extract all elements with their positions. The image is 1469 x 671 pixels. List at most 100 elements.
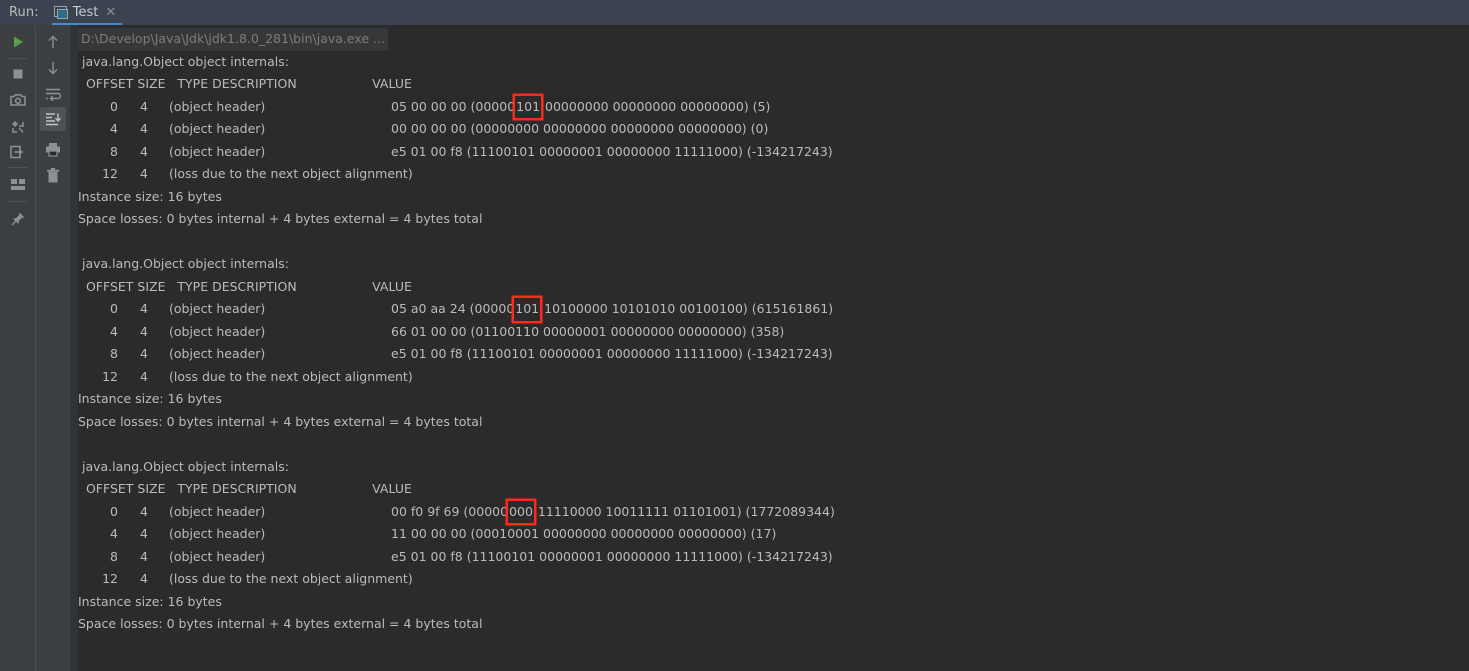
- instance-size-line: Instance size: 16 bytes: [78, 593, 222, 609]
- cell-size: 4: [140, 98, 148, 114]
- run-tool-window: Run: Test ✕ D:\Develop\Java\Jdk\jdk1.8.0…: [0, 0, 1469, 671]
- console-text: D:\Develop\Java\Jdk\jdk1.8.0_281\bin\jav…: [78, 25, 1469, 671]
- cell-size: 4: [140, 548, 148, 564]
- table-row: 12 4 (loss due to the next object alignmen…: [78, 366, 1469, 389]
- table-row: 0 4 (object header) 05 a0 aa 24 (00000101 1…: [78, 298, 1469, 321]
- cell-size: 4: [140, 526, 148, 541]
- cell-value: 11 00 00 00 (00010001 00000000 00000000 …: [391, 526, 777, 541]
- console-actions-toolbar: [35, 25, 70, 671]
- space-losses-line: Space losses: 0 bytes internal + 4 bytes…: [78, 413, 483, 429]
- run-tab-bar: Run: Test ✕: [0, 0, 1469, 25]
- cell-description: (object header): [169, 98, 266, 114]
- screenshot-icon[interactable]: [7, 89, 29, 111]
- cell-description: (loss due to the next object alignment): [169, 166, 413, 181]
- cell-description: (object header): [169, 143, 266, 159]
- column-header-row: OFFSET SIZE TYPE DESCRIPTION VALUE: [78, 76, 412, 91]
- column-header-row: OFFSET SIZE TYPE DESCRIPTION VALUE: [78, 481, 412, 496]
- cell-description: (loss due to the next object alignment): [169, 571, 413, 586]
- cell-offset: 8: [110, 548, 118, 564]
- cell-value: e5 01 00 f8 (11100101 00000001 00000000 …: [391, 346, 833, 361]
- block-title: java.lang.Object object internals:: [78, 53, 289, 69]
- table-row: 8 4 (object header) e5 01 00 f8 (11100101 0…: [78, 546, 1469, 569]
- tab-title: Test: [72, 5, 99, 20]
- cell-description: (object header): [169, 503, 266, 519]
- layout-settings-icon[interactable]: [7, 173, 29, 195]
- cell-offset: 12: [102, 368, 118, 384]
- stop-button[interactable]: [7, 63, 29, 85]
- space-losses-line: Space losses: 0 bytes internal + 4 bytes…: [78, 616, 483, 631]
- cell-value: 00 00 00 00 (00000000 00000000 00000000 …: [391, 121, 769, 136]
- console-output-panel[interactable]: D:\Develop\Java\Jdk\jdk1.8.0_281\bin\jav…: [70, 25, 1469, 671]
- cell-offset: 8: [110, 143, 118, 159]
- cell-value: 00 f0 9f 69 (00000000 11110000 10011111 …: [391, 504, 835, 519]
- trash-icon[interactable]: [42, 165, 64, 187]
- command-line-text: D:\Develop\Java\Jdk\jdk1.8.0_281\bin\jav…: [78, 28, 388, 51]
- cell-offset: 4: [110, 121, 118, 136]
- cell-offset: 12: [102, 571, 118, 586]
- cell-description: (object header): [169, 346, 266, 361]
- cell-size: 4: [140, 143, 148, 159]
- cell-offset: 12: [102, 166, 118, 181]
- table-row: 8 4 (object header) e5 01 00 f8 (11100101 0…: [78, 343, 1469, 366]
- dump-threads-icon[interactable]: [7, 115, 29, 137]
- soft-wrap-icon[interactable]: [42, 83, 64, 105]
- block-title: java.lang.Object object internals:: [78, 458, 289, 474]
- run-toolbars: [0, 25, 70, 671]
- cell-offset: 0: [110, 98, 118, 114]
- cell-value: 05 a0 aa 24 (00000101 10100000 10101010 …: [391, 301, 833, 316]
- run-label: Run:: [9, 5, 39, 20]
- cell-value: e5 01 00 f8 (11100101 00000001 00000000 …: [391, 143, 833, 159]
- run-actions-toolbar: [0, 25, 35, 671]
- cell-description: (loss due to the next object alignment): [169, 368, 413, 384]
- cell-offset: 4: [110, 526, 118, 541]
- instance-size-line: Instance size: 16 bytes: [78, 391, 222, 406]
- highlight-box: 101: [514, 298, 540, 321]
- cell-description: (object header): [169, 526, 266, 541]
- cell-offset: 0: [110, 503, 118, 519]
- cell-description: (object header): [169, 323, 266, 339]
- scroll-to-end-icon[interactable]: [40, 107, 66, 131]
- table-row: 0 4 (object header) 05 00 00 00 (00000101 0…: [78, 96, 1469, 119]
- space-losses-line: Space losses: 0 bytes internal + 4 bytes…: [78, 211, 483, 226]
- cell-description: (object header): [169, 301, 266, 316]
- rerun-button[interactable]: [7, 31, 29, 53]
- up-the-stack-trace-icon[interactable]: [42, 31, 64, 53]
- table-row: 8 4 (object header) e5 01 00 f8 (11100101 0…: [78, 141, 1469, 164]
- cell-size: 4: [140, 571, 148, 586]
- table-row: 12 4 (loss due to the next object alignmen…: [78, 163, 1469, 186]
- cell-value: e5 01 00 f8 (11100101 00000001 00000000 …: [391, 548, 833, 564]
- cell-description: (object header): [169, 548, 266, 564]
- tab-test[interactable]: Test ✕: [51, 0, 123, 25]
- export-icon[interactable]: [7, 141, 29, 163]
- highlight-box: 000: [508, 501, 534, 524]
- cell-size: 4: [140, 323, 148, 339]
- down-the-stack-trace-icon[interactable]: [42, 57, 64, 79]
- print-icon[interactable]: [42, 138, 64, 160]
- column-header-row: OFFSET SIZE TYPE DESCRIPTION VALUE: [78, 278, 412, 294]
- cell-offset: 8: [110, 346, 118, 361]
- cell-value: 66 01 00 00 (01100110 00000001 00000000 …: [391, 323, 785, 339]
- table-row: 4 4 (object header) 00 00 00 00 (00000000 0…: [78, 118, 1469, 141]
- block-title: java.lang.Object object internals:: [78, 256, 289, 271]
- close-icon[interactable]: ✕: [105, 6, 116, 19]
- instance-size-line: Instance size: 16 bytes: [78, 188, 222, 204]
- cell-value: 05 00 00 00 (00000101 00000000 00000000 …: [391, 99, 770, 114]
- run-configuration-icon: [53, 6, 68, 19]
- cell-description: (object header): [169, 121, 266, 136]
- table-row: 4 4 (object header) 66 01 00 00 (01100110 0…: [78, 321, 1469, 344]
- console-command-line: D:\Develop\Java\Jdk\jdk1.8.0_281\bin\jav…: [78, 28, 1469, 51]
- cell-size: 4: [140, 503, 148, 519]
- cell-offset: 4: [110, 323, 118, 339]
- cell-size: 4: [140, 301, 148, 316]
- pin-icon[interactable]: [7, 208, 29, 230]
- cell-size: 4: [140, 121, 148, 136]
- cell-size: 4: [140, 368, 148, 384]
- console-gutter: [70, 25, 78, 671]
- table-row: 4 4 (object header) 11 00 00 00 (00010001 0…: [78, 523, 1469, 546]
- table-row: 12 4 (loss due to the next object alignmen…: [78, 568, 1469, 591]
- cell-size: 4: [140, 166, 148, 181]
- cell-size: 4: [140, 346, 148, 361]
- highlight-box: 101: [515, 96, 541, 119]
